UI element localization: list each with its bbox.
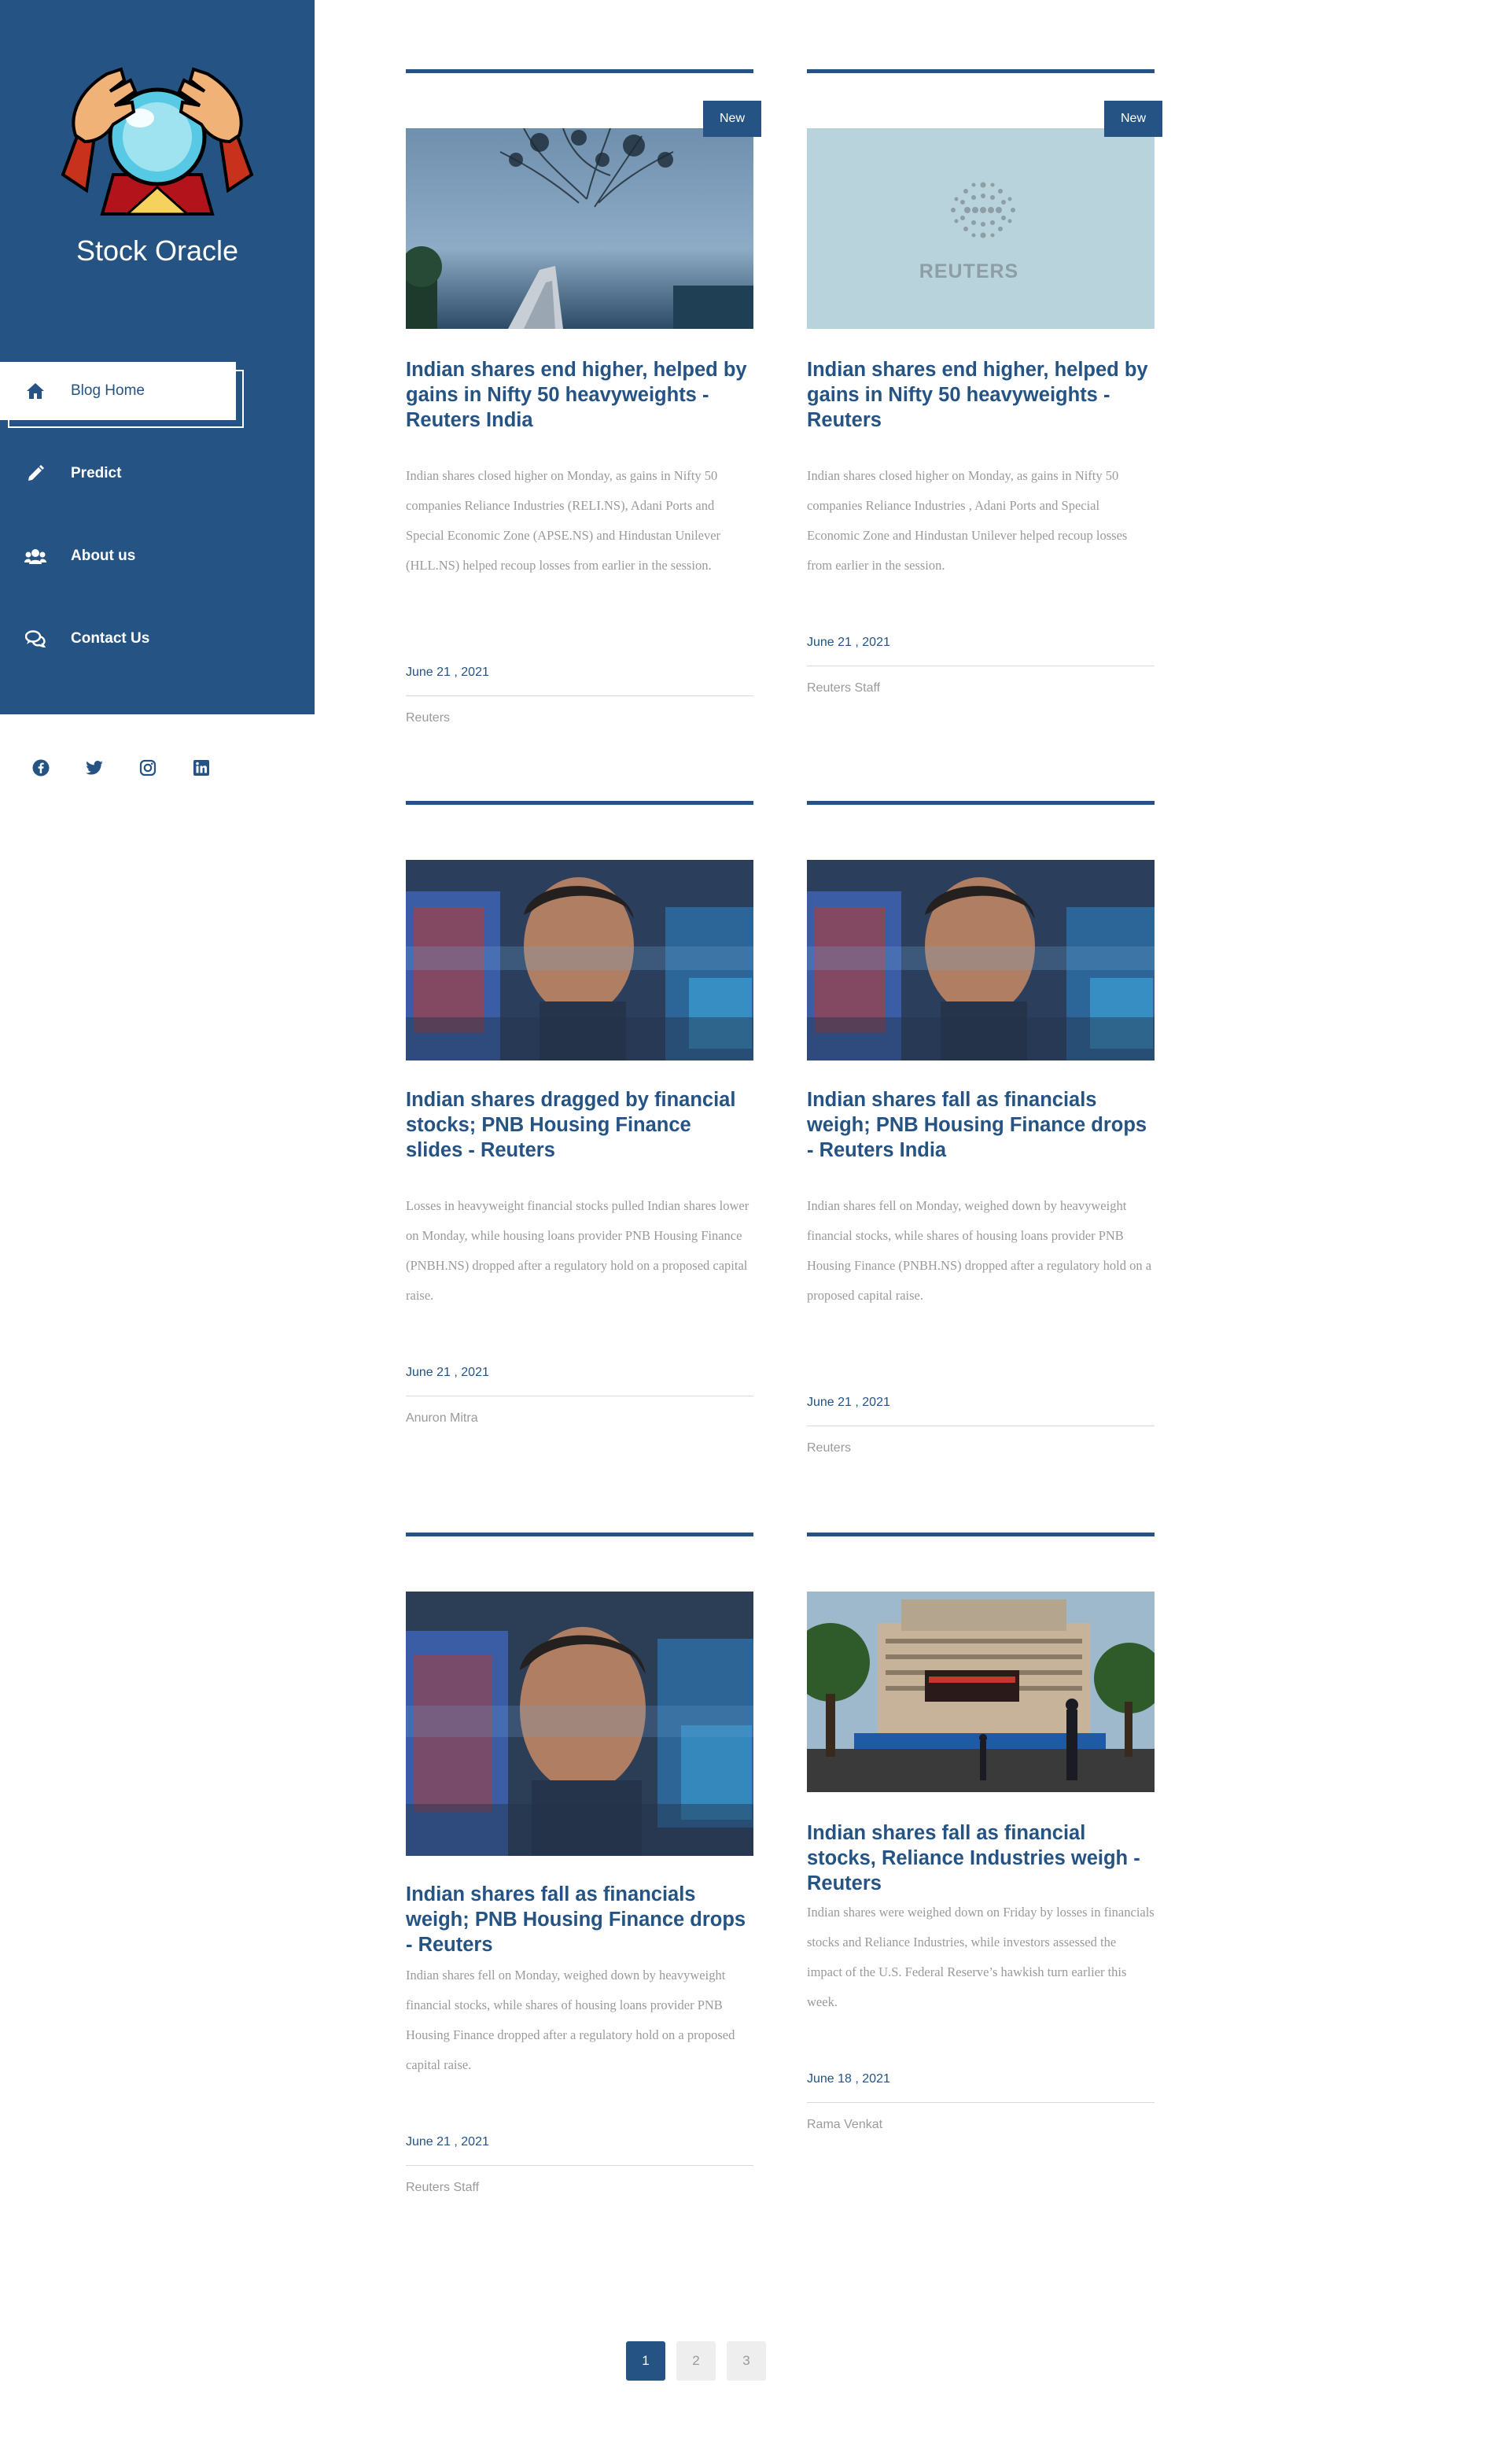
post-card[interactable]: Indian shares dragged by financial stock… — [406, 801, 753, 1446]
nav-label: Contact Us — [71, 630, 150, 647]
nav-contact-us[interactable]: Contact Us — [0, 610, 236, 668]
nav-blog-home[interactable]: Blog Home — [0, 362, 236, 420]
page-1-button[interactable]: 1 — [626, 2341, 665, 2381]
post-title[interactable]: Indian shares dragged by financial stock… — [406, 1087, 753, 1163]
post-excerpt: Indian shares closed higher on Monday, a… — [406, 468, 721, 573]
card-top-rule — [807, 69, 1155, 73]
post-image[interactable] — [406, 128, 753, 329]
nav-predict[interactable]: Predict — [0, 444, 236, 503]
card-top-rule — [406, 801, 753, 805]
linkedin-icon[interactable] — [192, 758, 211, 777]
svg-text:REUTERS: REUTERS — [919, 260, 1018, 282]
post-date: June 21 , 2021 — [406, 1366, 489, 1379]
post-title[interactable]: Indian shares fall as financials weigh; … — [406, 1882, 753, 1957]
card-top-rule — [807, 801, 1155, 805]
chat-icon — [0, 630, 71, 647]
post-excerpt: Indian shares fell on Monday, weighed do… — [807, 1198, 1152, 1303]
post-image[interactable] — [807, 1592, 1155, 1792]
post-card[interactable]: REUTERS New Indian shares end higher, he… — [807, 69, 1162, 714]
reuters-logo-icon: REUTERS — [919, 182, 1018, 282]
post-date: June 21 , 2021 — [406, 666, 489, 679]
post-title[interactable]: Indian shares end higher, helped by gain… — [807, 357, 1155, 433]
post-date: June 18 , 2021 — [807, 2072, 890, 2086]
post-excerpt: Losses in heavyweight financial stocks p… — [406, 1198, 749, 1303]
sidebar: Stock Oracle Blog Home Predict About us … — [0, 0, 315, 714]
social-links — [31, 758, 211, 777]
card-top-rule — [807, 1533, 1155, 1536]
nav-label: About us — [71, 548, 136, 564]
post-date: June 21 , 2021 — [807, 636, 890, 649]
post-title[interactable]: Indian shares fall as financial stocks, … — [807, 1820, 1155, 1896]
post-card[interactable]: Indian shares fall as financials weigh; … — [406, 1533, 753, 2201]
post-image[interactable] — [807, 860, 1155, 1060]
post-author: Reuters — [406, 711, 451, 725]
post-image[interactable]: REUTERS — [807, 128, 1155, 329]
facebook-icon[interactable] — [31, 758, 50, 777]
card-divider — [406, 2165, 753, 2166]
post-image[interactable] — [406, 860, 753, 1060]
post-author: Rama Venkat — [807, 2118, 883, 2131]
post-title[interactable]: Indian shares fall as financials weigh; … — [807, 1087, 1155, 1163]
fortune-teller-logo — [61, 67, 254, 216]
new-badge: New — [1104, 101, 1162, 137]
post-card[interactable]: Indian shares fall as financial stocks, … — [807, 1533, 1155, 2146]
twitter-icon[interactable] — [85, 758, 104, 777]
post-excerpt: Indian shares were weighed down on Frida… — [807, 1905, 1155, 2009]
post-image[interactable] — [406, 1592, 753, 1856]
post-date: June 21 , 2021 — [807, 1396, 890, 1409]
card-divider — [807, 2102, 1155, 2103]
post-author: Anuron Mitra — [406, 1411, 478, 1425]
post-author: Reuters Staff — [807, 681, 881, 695]
post-excerpt: Indian shares closed higher on Monday, a… — [807, 468, 1128, 573]
page-3-button[interactable]: 3 — [727, 2341, 766, 2381]
card-top-rule — [406, 1533, 753, 1536]
post-date: June 21 , 2021 — [406, 2135, 489, 2149]
nav-label: Blog Home — [71, 382, 145, 399]
post-card[interactable]: New Indian shares end higher, helped by … — [406, 69, 761, 746]
post-title[interactable]: Indian shares end higher, helped by gain… — [406, 357, 753, 433]
pencil-icon — [0, 465, 71, 482]
post-excerpt: Indian shares fell on Monday, weighed do… — [406, 1968, 735, 2072]
instagram-icon[interactable] — [138, 758, 157, 777]
card-top-rule — [406, 69, 753, 73]
pagination: 1 2 3 — [626, 2341, 766, 2381]
home-icon — [0, 382, 71, 400]
new-badge: New — [703, 101, 761, 137]
post-author: Reuters — [807, 1441, 852, 1455]
nav-about-us[interactable]: About us — [0, 527, 236, 585]
card-divider — [406, 695, 753, 696]
nav-label: Predict — [71, 465, 122, 481]
page-2-button[interactable]: 2 — [676, 2341, 716, 2381]
brand-title: Stock Oracle — [76, 234, 239, 267]
post-author: Reuters Staff — [406, 2181, 480, 2194]
users-icon — [0, 548, 71, 564]
post-card[interactable]: Indian shares fall as financials weigh; … — [807, 801, 1155, 1477]
